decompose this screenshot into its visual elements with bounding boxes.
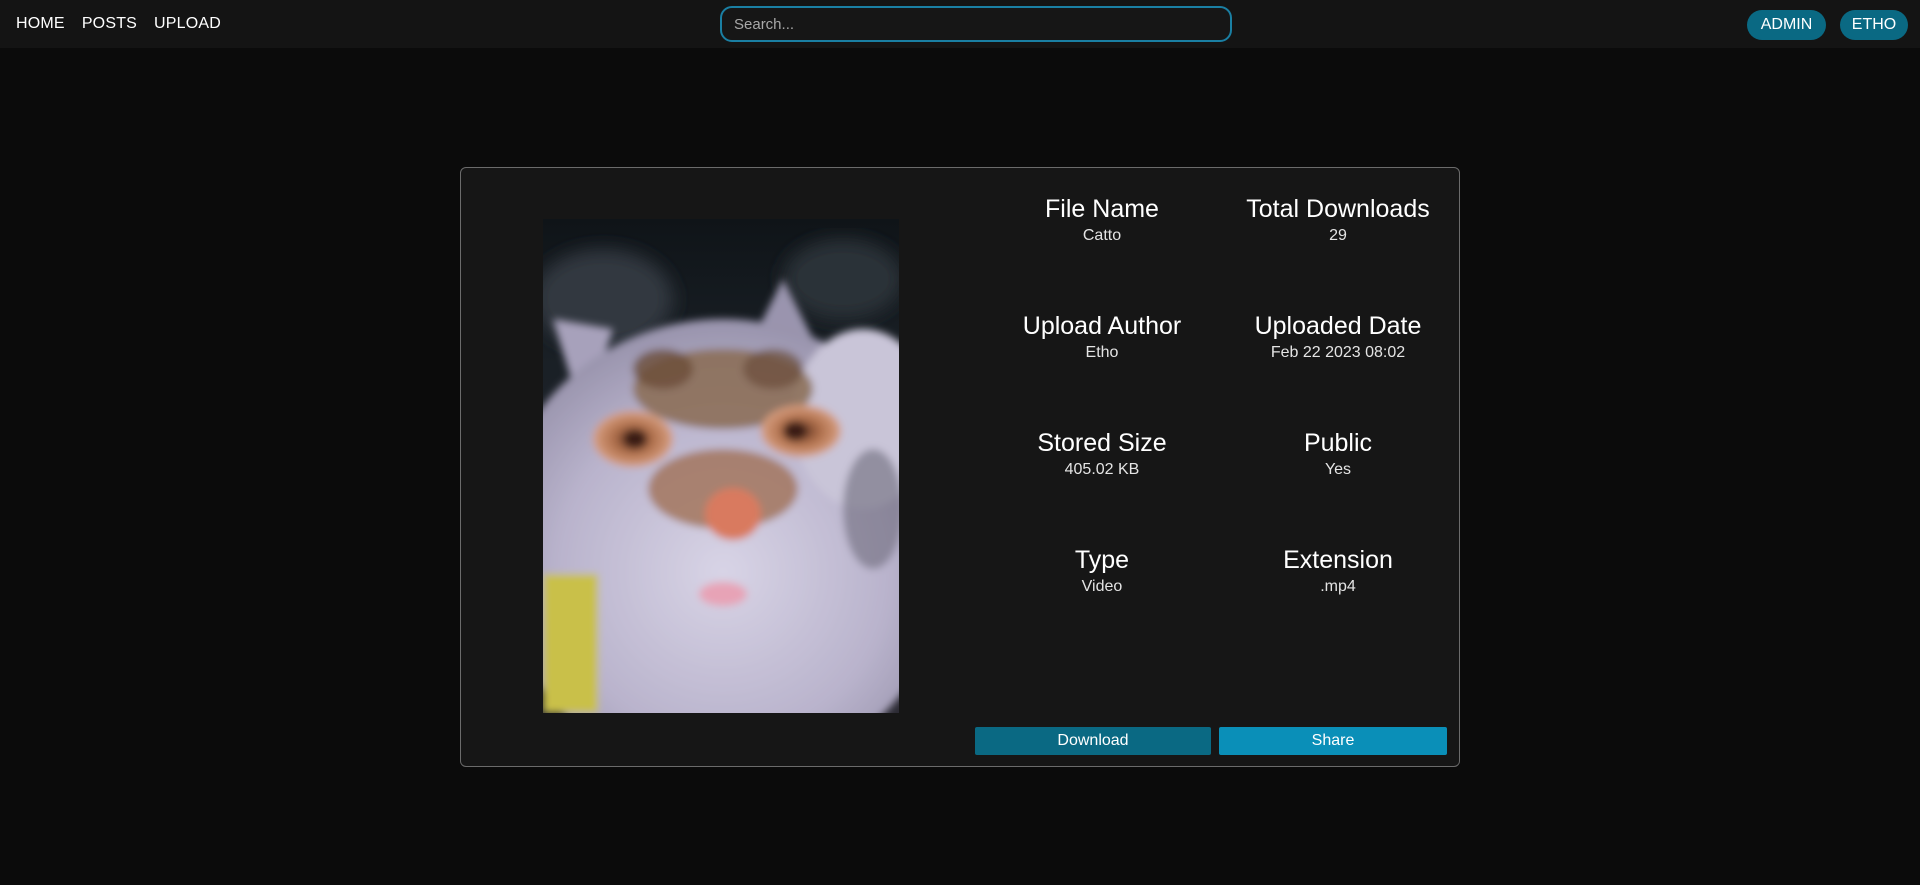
info-title: Uploaded Date [1254, 312, 1422, 340]
nav-links: HOME POSTS UPLOAD [16, 0, 221, 48]
info-extension: Extension .mp4 [1223, 545, 1453, 598]
info-uploaded-date: Uploaded Date Feb 22 2023 08:02 [1223, 311, 1453, 364]
info-value: Yes [1324, 461, 1352, 478]
search-container [720, 6, 1232, 42]
info-title: Type [1074, 546, 1130, 574]
info-value: Video [1081, 578, 1123, 595]
search-input[interactable] [720, 6, 1232, 42]
info-value: Etho [1085, 344, 1119, 361]
info-value: 405.02 KB [1064, 461, 1140, 478]
nav-posts-link[interactable]: POSTS [82, 15, 137, 33]
file-detail-card: File Name Catto Total Downloads 29 Uploa… [460, 167, 1460, 767]
user-controls: ADMIN ETHO [1747, 10, 1908, 40]
info-public: Public Yes [1223, 428, 1453, 481]
info-stored-size: Stored Size 405.02 KB [987, 428, 1217, 481]
info-title: Extension [1283, 546, 1393, 574]
admin-button[interactable]: ADMIN [1747, 10, 1826, 40]
info-file-name: File Name Catto [987, 194, 1217, 247]
info-value: Catto [1082, 227, 1122, 244]
cat-thumbnail-image [543, 219, 899, 713]
info-title: Upload Author [1022, 312, 1182, 340]
info-value: 29 [1329, 227, 1347, 244]
info-title: Total Downloads [1246, 195, 1430, 223]
nav-upload-link[interactable]: UPLOAD [154, 15, 221, 33]
user-profile-button[interactable]: ETHO [1840, 10, 1908, 40]
info-type: Type Video [987, 545, 1217, 598]
top-navigation-bar: HOME POSTS UPLOAD ADMIN ETHO [0, 0, 1920, 48]
info-title: Stored Size [1037, 429, 1167, 457]
info-value: .mp4 [1320, 578, 1356, 595]
info-total-downloads: Total Downloads 29 [1223, 194, 1453, 247]
info-title: Public [1303, 429, 1373, 457]
nav-home-link[interactable]: HOME [16, 15, 65, 33]
info-upload-author: Upload Author Etho [987, 311, 1217, 364]
share-button[interactable]: Share [1219, 727, 1447, 755]
info-title: File Name [1045, 195, 1159, 223]
video-preview[interactable] [543, 219, 899, 713]
download-button[interactable]: Download [975, 727, 1211, 755]
info-value: Feb 22 2023 08:02 [1270, 344, 1406, 361]
